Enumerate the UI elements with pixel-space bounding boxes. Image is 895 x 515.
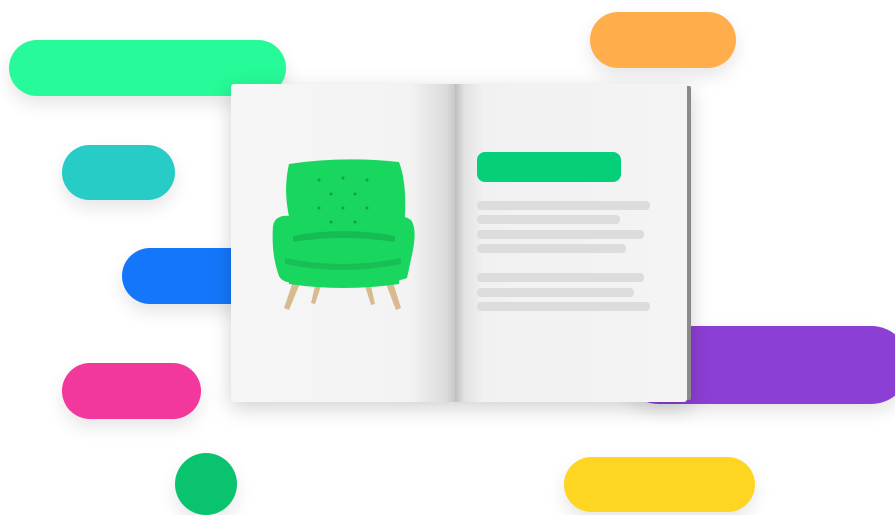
- catalog-left-page: [231, 84, 455, 402]
- text-placeholder-line: [477, 302, 650, 311]
- decorative-pill-orange: [590, 12, 736, 68]
- decorative-pill-pink: [62, 363, 201, 419]
- text-placeholder-line: [477, 273, 644, 282]
- heading-placeholder-bar: [477, 152, 621, 182]
- open-catalog: [231, 84, 691, 402]
- catalog-right-page: [455, 84, 691, 402]
- armchair-image: [272, 159, 415, 310]
- text-placeholder-line: [477, 201, 650, 210]
- decorative-pill-teal: [62, 145, 175, 200]
- decorative-pill-yellow: [564, 457, 755, 512]
- text-placeholder-line: [477, 288, 634, 297]
- text-placeholder-line: [477, 215, 620, 224]
- text-placeholder-line: [477, 230, 644, 239]
- text-placeholder-line: [477, 244, 626, 253]
- decorative-dot-green: [175, 453, 237, 515]
